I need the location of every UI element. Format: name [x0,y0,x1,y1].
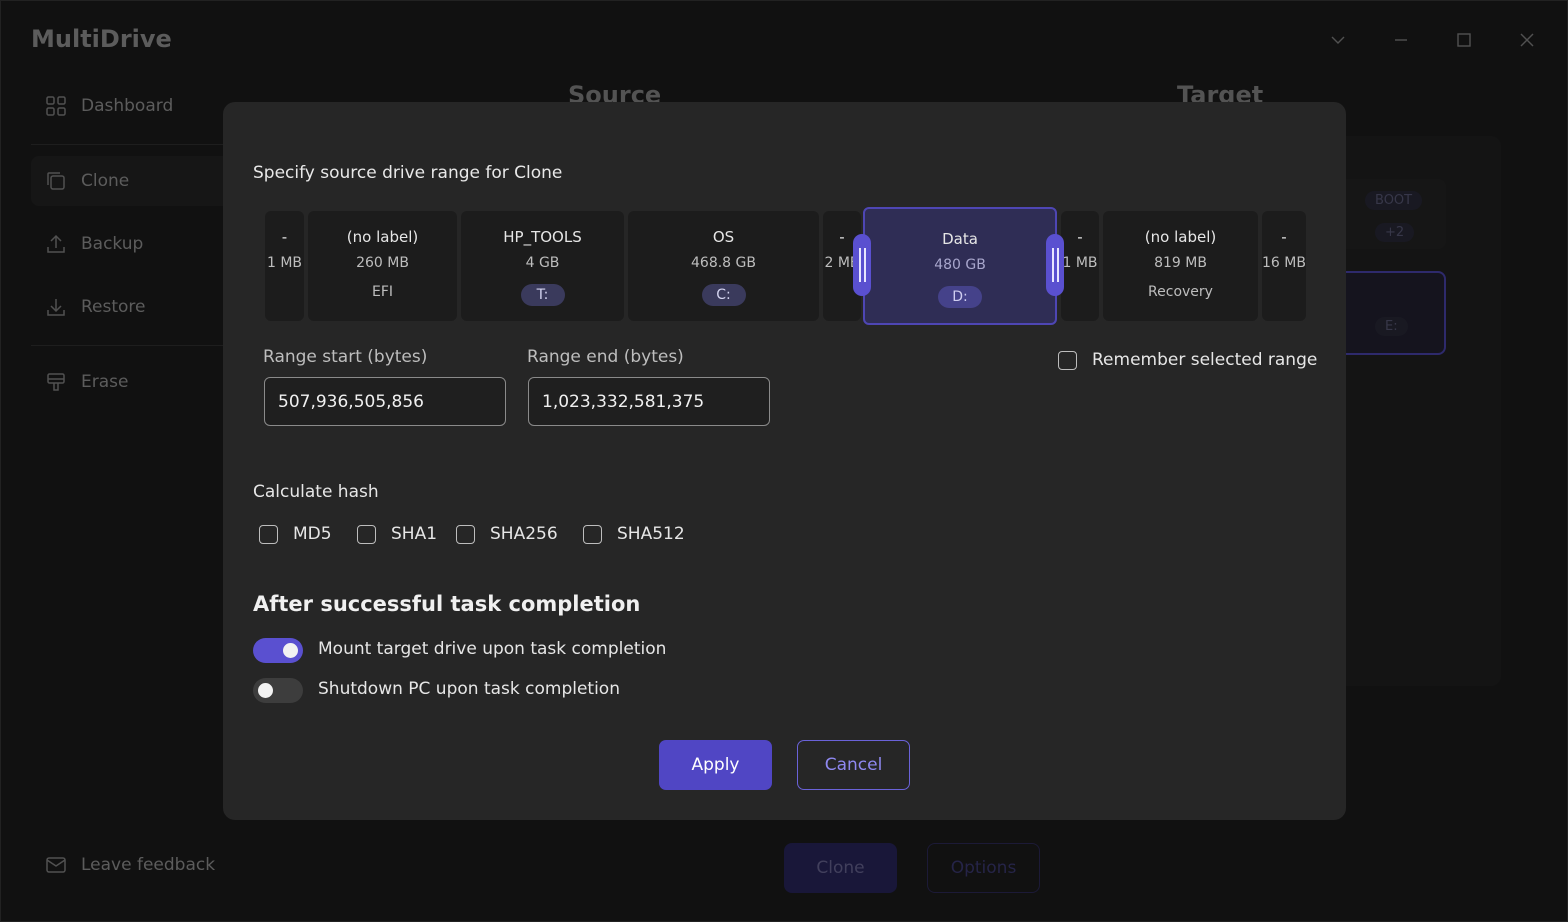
partition-block[interactable]: - 1 MB [1061,211,1099,321]
partition-type: Recovery [1148,284,1213,300]
partition-label: HP_TOOLS [503,228,582,246]
apply-button[interactable]: Apply [659,740,772,790]
range-end-handle[interactable] [1046,234,1064,296]
partition-block[interactable]: - 1 MB [265,211,304,321]
partition-size: 468.8 GB [691,255,756,271]
remember-range-label: Remember selected range [1092,350,1318,370]
partition-block[interactable]: (no label) 260 MB EFI [308,211,457,321]
calculate-hash-label: Calculate hash [253,482,379,502]
partition-size: 480 GB [934,257,986,273]
partition-label: - [1077,228,1083,246]
range-end-input[interactable] [528,377,770,426]
remember-range-checkbox[interactable] [1058,351,1077,370]
partition-size: 4 GB [525,255,560,271]
mount-target-toggle[interactable] [253,638,303,663]
range-end-label: Range end (bytes) [527,347,684,367]
range-start-label: Range start (bytes) [263,347,428,367]
drive-letter-badge: D: [938,286,982,308]
partition-label: - [281,228,288,246]
range-start-handle[interactable] [853,234,871,296]
partition-label: - [1281,228,1287,246]
sha1-label: SHA1 [391,524,438,544]
shutdown-pc-toggle[interactable] [253,678,303,703]
partition-size: 819 MB [1154,255,1207,271]
partition-label: OS [712,228,735,246]
drive-letter-badge: T: [520,284,565,306]
range-dialog: Specify source drive range for Clone - 1… [223,102,1346,820]
partition-label: (no label) [346,228,419,246]
range-start-input[interactable] [264,377,506,426]
sha512-checkbox[interactable] [583,525,602,544]
partition-block[interactable]: - 16 MB [1262,211,1306,321]
after-completion-heading: After successful task completion [253,592,641,616]
md5-checkbox[interactable] [259,525,278,544]
partition-block[interactable]: OS 468.8 GB C: [628,211,819,321]
partition-size: 16 MB [1262,255,1306,271]
dialog-title: Specify source drive range for Clone [253,163,563,183]
partition-label: (no label) [1144,228,1217,246]
md5-label: MD5 [293,524,332,544]
shutdown-pc-label: Shutdown PC upon task completion [318,679,620,699]
partition-block[interactable]: HP_TOOLS 4 GB T: [461,211,624,321]
sha512-label: SHA512 [617,524,685,544]
partition-type: EFI [371,284,394,300]
partition-size: 1 MB [266,255,303,271]
sha256-checkbox[interactable] [456,525,475,544]
partition-label: Data [942,230,978,248]
partition-block-selected[interactable]: Data 480 GB D: [863,207,1057,325]
partition-size: 1 MB [1062,255,1098,271]
drive-letter-badge: C: [701,284,746,306]
cancel-button[interactable]: Cancel [797,740,910,790]
partition-size: 260 MB [356,255,409,271]
sha256-label: SHA256 [490,524,558,544]
sha1-checkbox[interactable] [357,525,376,544]
partition-block[interactable]: (no label) 819 MB Recovery [1103,211,1258,321]
mount-target-label: Mount target drive upon task completion [318,639,667,659]
